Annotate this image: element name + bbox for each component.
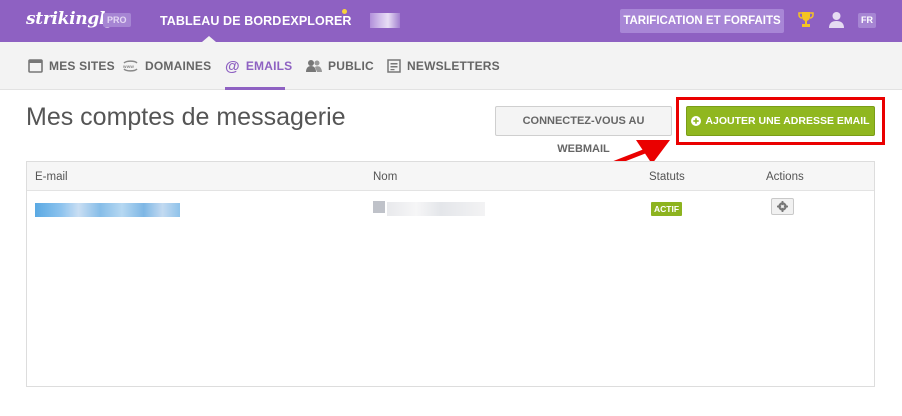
- email-accounts-table: E-mail Nom Statuts Actions ACTIF: [26, 161, 875, 387]
- row-settings-button[interactable]: [771, 198, 794, 215]
- name-redacted: [373, 201, 385, 213]
- email-address-redacted[interactable]: [35, 203, 180, 217]
- column-header-name: Nom: [373, 171, 398, 183]
- gear-icon: [777, 201, 788, 212]
- column-header-status: Statuts: [649, 171, 685, 183]
- column-header-email: E-mail: [35, 171, 68, 183]
- column-header-actions: Actions: [766, 171, 804, 183]
- status-badge: ACTIF: [651, 202, 683, 216]
- table-header: E-mail Nom Statuts Actions: [27, 162, 874, 191]
- name-redacted-tail: [387, 202, 485, 216]
